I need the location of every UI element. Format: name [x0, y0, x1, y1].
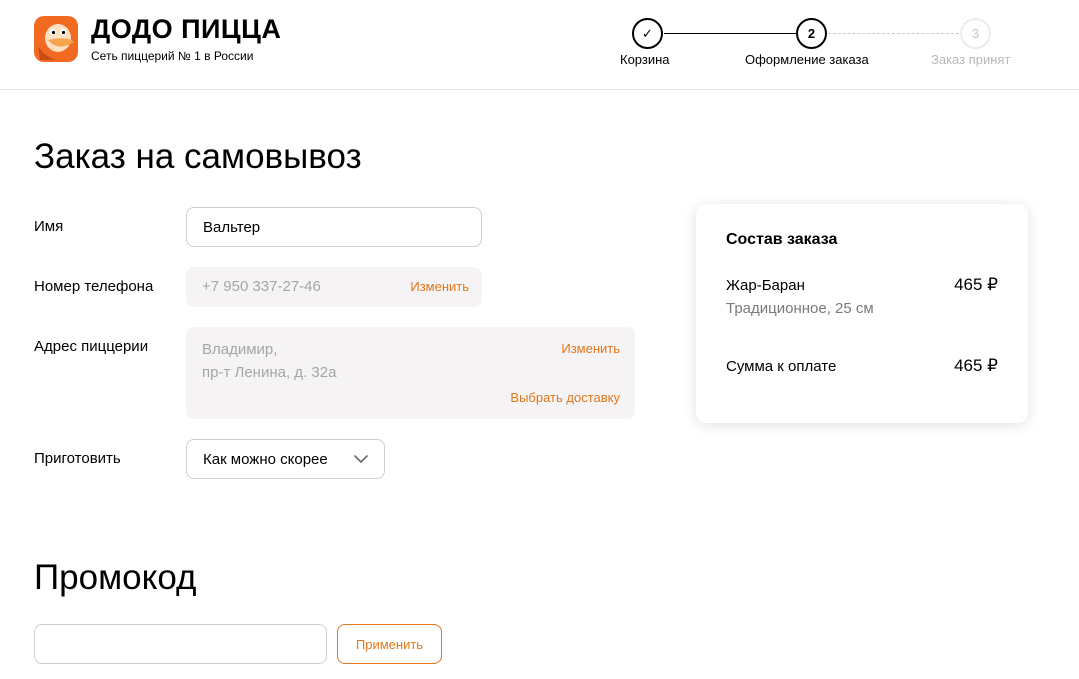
order-item-description: Традиционное, 25 см — [726, 300, 874, 317]
phone-value: +7 950 337-27-46 — [202, 278, 321, 295]
promo-title: Промокод — [34, 558, 197, 597]
pizzeria-address-field: Владимир, пр-т Ленина, д. 32а Изменить В… — [186, 327, 635, 419]
brand-subtitle: Сеть пиццерий № 1 в России — [91, 49, 254, 63]
step-2-label: Оформление заказа — [745, 52, 869, 67]
apply-promo-button[interactable]: Применить — [337, 624, 442, 664]
address-label: Адрес пиццерии — [34, 338, 149, 355]
choose-delivery-link[interactable]: Выбрать доставку — [510, 390, 620, 405]
phone-field: +7 950 337-27-46 Изменить — [186, 267, 482, 307]
order-summary-card: Состав заказа Жар-Баран Традиционное, 25… — [696, 204, 1028, 423]
change-address-link[interactable]: Изменить — [561, 341, 620, 356]
page-title: Заказ на самовывоз — [34, 137, 362, 176]
step-1-label: Корзина — [620, 52, 670, 67]
step-2-indicator: 2 — [796, 18, 827, 49]
name-label: Имя — [34, 218, 64, 235]
prepare-label: Приготовить — [34, 450, 121, 467]
step-3-label: Заказ принят — [931, 52, 1011, 67]
change-phone-link[interactable]: Изменить — [410, 279, 469, 294]
step-connector-upcoming — [828, 33, 959, 34]
order-total-value: 465 ₽ — [954, 356, 998, 375]
promo-code-input[interactable] — [34, 624, 327, 664]
prepare-time-select[interactable]: Как можно скорее — [186, 439, 385, 479]
step-connector-done — [664, 33, 796, 34]
dodo-logo-icon[interactable] — [34, 16, 78, 62]
step-1-check-icon[interactable]: ✓ — [632, 18, 663, 49]
address-line-street: пр-т Ленина, д. 32а — [202, 364, 337, 381]
order-summary-title: Состав заказа — [726, 231, 838, 248]
order-item-name: Жар-Баран — [726, 277, 805, 294]
name-input[interactable] — [186, 207, 482, 247]
site-header: ДОДО ПИЦЦА Сеть пиццерий № 1 в России ✓ … — [0, 0, 1079, 90]
address-line-city: Владимир, — [202, 341, 278, 358]
prepare-time-value: Как можно скорее — [203, 451, 328, 468]
brand-title: ДОДО ПИЦЦА — [91, 14, 282, 44]
step-3-indicator: 3 — [960, 18, 991, 49]
order-total-label: Сумма к оплате — [726, 358, 837, 375]
phone-label: Номер телефона — [34, 278, 154, 295]
chevron-down-icon — [354, 455, 368, 463]
order-item-price: 465 ₽ — [954, 275, 998, 294]
